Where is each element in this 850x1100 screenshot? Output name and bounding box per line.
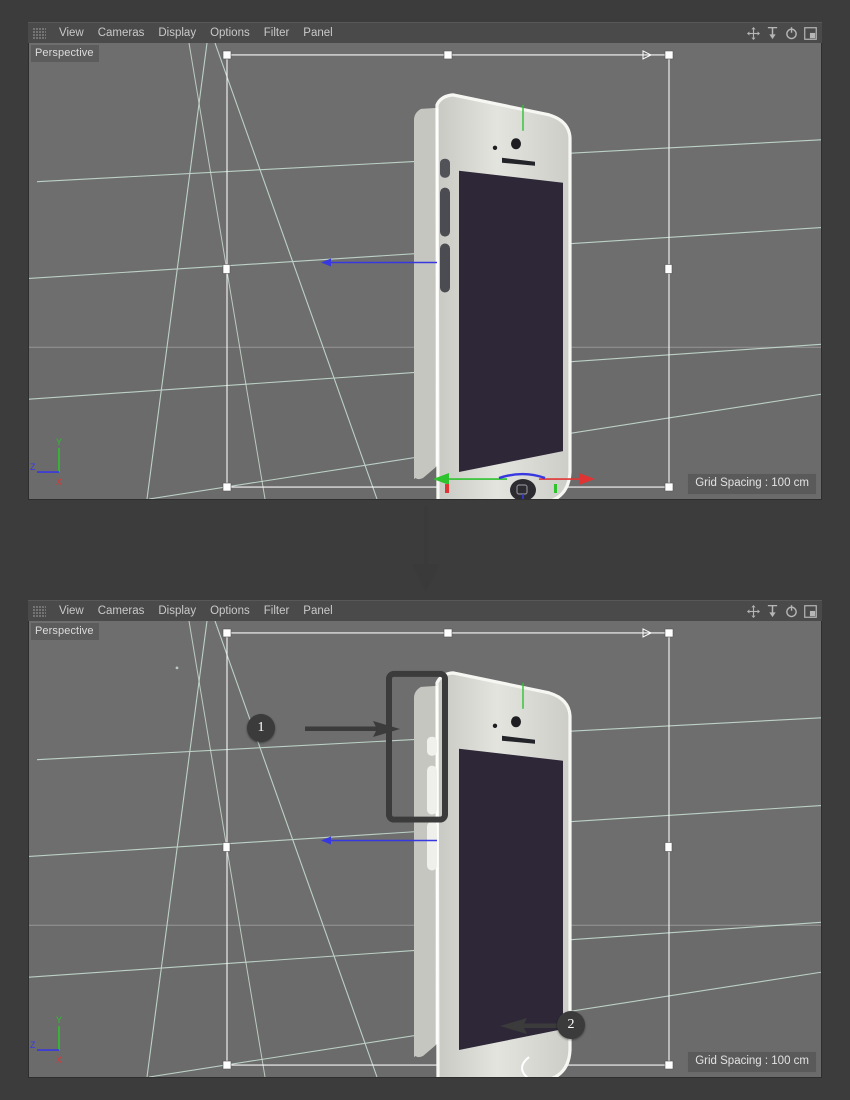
callout-badge-1: 1 [247,714,275,742]
menu-item-filter[interactable]: Filter [257,601,297,622]
viewport-label-bottom: Perspective [31,623,99,640]
maximize-panel-icon[interactable] [804,605,817,618]
toolbar-tools-bottom [747,601,817,622]
menu-item-display[interactable]: Display [151,601,203,622]
viewport-toolbar-top: View Cameras Display Options Filter Pane… [28,22,822,43]
callout-badge-2: 2 [557,1011,585,1039]
viewport-toolbar-bottom: View Cameras Display Options Filter Pane… [28,600,822,621]
callout-1-arrow [305,721,400,737]
scene-render-bottom: Y Z X [29,621,821,1077]
down-arrow-icon [412,506,440,592]
menu-item-view[interactable]: View [52,23,91,44]
callout-2-arrow [500,1018,560,1034]
grid-spacing-label-bottom: Grid Spacing : 100 cm [687,1051,817,1073]
viewport-label-top: Perspective [31,45,99,62]
menu-item-panel[interactable]: Panel [296,23,339,44]
toolbar-tools-top [747,23,817,44]
rotate-tool-icon[interactable] [785,27,798,40]
svg-text:Z: Z [30,1040,36,1050]
phone-3d-model-top [414,93,572,499]
viewport-panel-bottom: View Cameras Display Options Filter Pane… [28,600,822,1078]
svg-text:Y: Y [56,1015,62,1025]
svg-text:Y: Y [56,437,62,447]
menu-item-display[interactable]: Display [151,23,203,44]
menu-item-panel[interactable]: Panel [296,601,339,622]
grid-spacing-label-top: Grid Spacing : 100 cm [687,473,817,495]
viewport-3d-bottom[interactable]: Y Z X Perspective Grid Spacing : 100 cm [28,621,822,1078]
menu-item-cameras[interactable]: Cameras [91,23,152,44]
move-tool-icon[interactable] [747,605,760,618]
svg-text:X: X [56,477,62,487]
menu-item-cameras[interactable]: Cameras [91,601,152,622]
grip-dots-icon[interactable] [33,605,46,617]
move-tool-icon[interactable] [747,27,760,40]
scale-tool-icon[interactable] [766,605,779,618]
maximize-panel-icon[interactable] [804,27,817,40]
page-root: View Cameras Display Options Filter Pane… [0,0,850,1100]
viewport-panel-top: View Cameras Display Options Filter Pane… [28,22,822,500]
viewport-3d-top[interactable]: Y Z X Perspective Grid Spacing : 100 cm [28,43,822,500]
svg-text:X: X [56,1055,62,1065]
menu-item-filter[interactable]: Filter [257,23,297,44]
scale-tool-icon[interactable] [766,27,779,40]
svg-text:Z: Z [30,462,36,472]
menu-item-options[interactable]: Options [203,601,257,622]
rotate-tool-icon[interactable] [785,605,798,618]
menu-item-view[interactable]: View [52,601,91,622]
grip-dots-icon[interactable] [33,27,46,39]
menu-item-options[interactable]: Options [203,23,257,44]
scene-render-top: Y Z X [29,43,821,499]
